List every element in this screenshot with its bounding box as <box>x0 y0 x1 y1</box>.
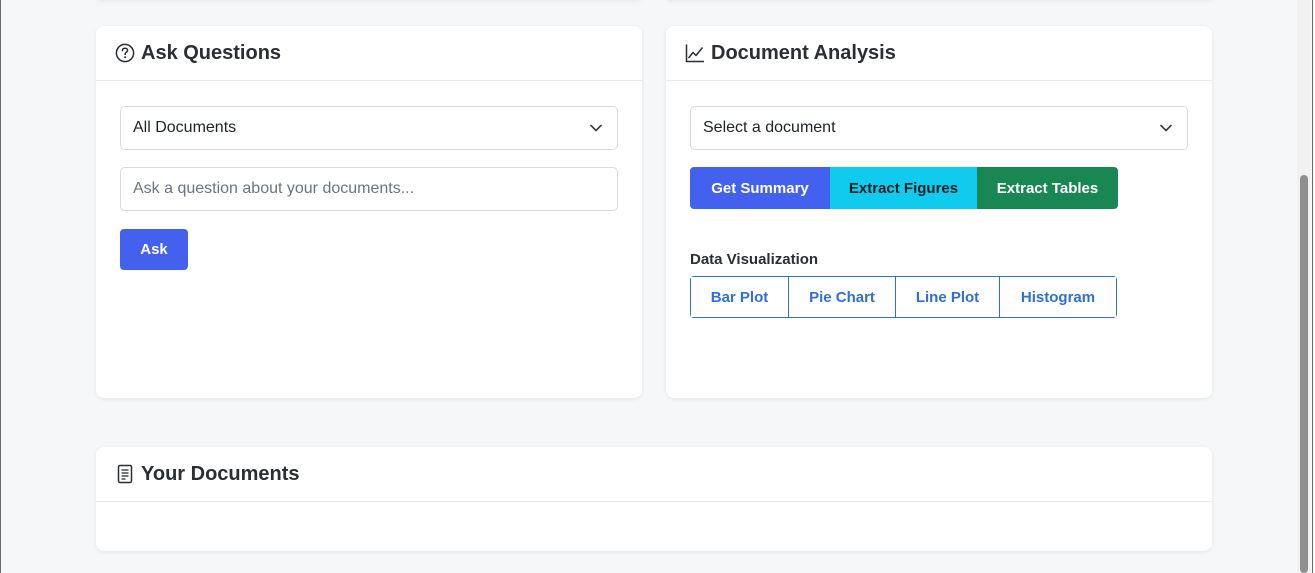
ask-button[interactable]: Ask <box>120 229 188 270</box>
line-plot-button[interactable]: Line Plot <box>896 277 1000 317</box>
visualization-button-group: Bar Plot Pie Chart Line Plot Histogram <box>690 276 1117 318</box>
pie-chart-button[interactable]: Pie Chart <box>789 277 896 317</box>
your-documents-card: Your Documents <box>96 447 1212 551</box>
document-scope-value: All Documents <box>133 119 237 136</box>
analysis-button-group: Get Summary Extract Figures Extract Tabl… <box>690 167 1118 209</box>
line-chart-icon <box>685 43 705 63</box>
question-input[interactable] <box>120 167 618 211</box>
histogram-button[interactable]: Histogram <box>1000 277 1116 317</box>
chevron-down-icon <box>1159 121 1173 140</box>
your-documents-header: Your Documents <box>96 447 1212 502</box>
document-select[interactable]: Select a document <box>690 106 1188 150</box>
document-scope-select[interactable]: All Documents <box>120 106 618 150</box>
ask-questions-header: Ask Questions <box>96 26 642 81</box>
ask-questions-card: Ask Questions All Documents Ask <box>96 26 642 398</box>
document-analysis-header: Document Analysis <box>666 26 1212 81</box>
app-frame: Ask Questions All Documents Ask Document… <box>0 0 1313 573</box>
document-select-value: Select a document <box>703 119 836 136</box>
chevron-down-icon <box>589 121 603 140</box>
question-circle-icon <box>115 43 135 63</box>
document-icon <box>115 464 135 484</box>
get-summary-button[interactable]: Get Summary <box>690 167 830 209</box>
bar-plot-button[interactable]: Bar Plot <box>691 277 789 317</box>
document-analysis-title: Document Analysis <box>711 41 896 64</box>
scrollbar-thumb[interactable] <box>1300 175 1308 573</box>
your-documents-title: Your Documents <box>141 462 300 485</box>
data-visualization-label: Data Visualization <box>690 251 819 268</box>
ask-questions-title: Ask Questions <box>141 41 282 64</box>
extract-figures-button[interactable]: Extract Figures <box>830 167 977 209</box>
extract-tables-button[interactable]: Extract Tables <box>977 167 1118 209</box>
document-analysis-card: Document Analysis Select a document Get … <box>666 26 1212 398</box>
